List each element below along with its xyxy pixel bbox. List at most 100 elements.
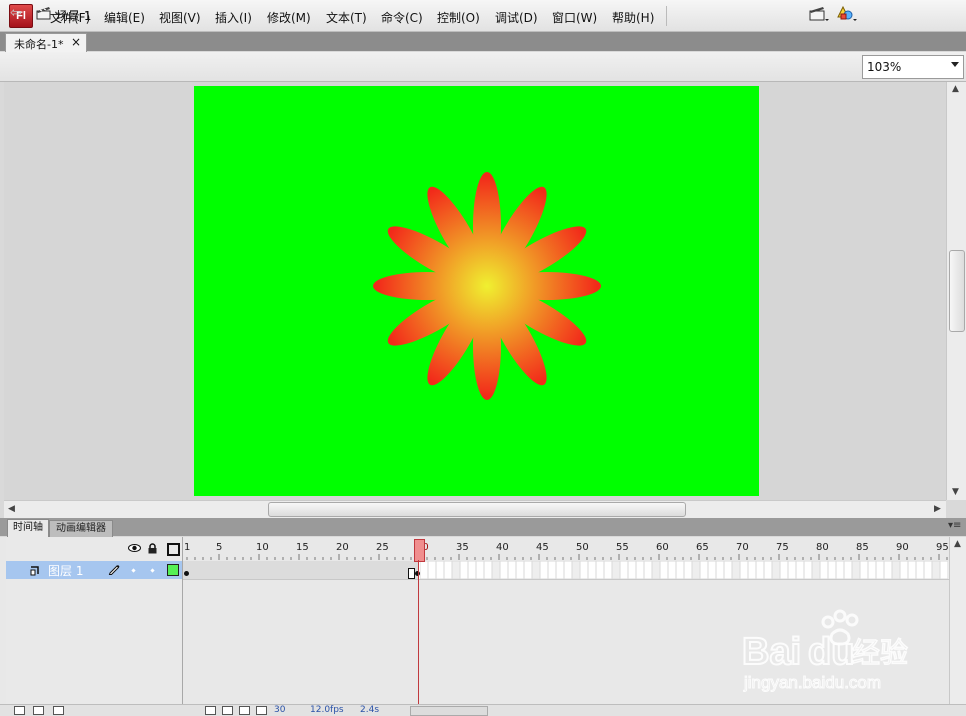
frame-cell[interactable] <box>475 561 485 579</box>
frame-cell[interactable] <box>931 561 941 579</box>
frame-cell[interactable] <box>579 561 589 579</box>
frame-cell[interactable] <box>683 561 693 579</box>
frame-cell[interactable] <box>731 561 741 579</box>
layer-name[interactable]: 图层 1 <box>48 562 83 579</box>
frame-cell[interactable] <box>691 561 701 579</box>
frame-cell[interactable] <box>491 561 501 579</box>
menu-insert[interactable]: 插入(I) <box>215 9 252 26</box>
ruler-frame-number[interactable]: 35 <box>456 542 469 553</box>
layer-outline-color[interactable] <box>167 564 179 576</box>
frame-cell[interactable] <box>747 561 757 579</box>
frame-cell[interactable] <box>651 561 661 579</box>
frame-cell[interactable] <box>819 561 829 579</box>
ruler-frame-number[interactable]: 10 <box>256 542 269 553</box>
frame-cell[interactable] <box>459 561 469 579</box>
frame-cell[interactable] <box>451 561 461 579</box>
back-arrow-icon[interactable]: ⇦ <box>10 5 22 21</box>
delete-layer-icon[interactable] <box>53 706 64 715</box>
edit-multiple-frames-icon[interactable] <box>256 706 267 715</box>
frame-cell[interactable] <box>907 561 917 579</box>
frame-cell[interactable] <box>420 561 429 579</box>
frame-cell[interactable] <box>755 561 765 579</box>
outline-toggle-icon[interactable] <box>167 543 180 556</box>
frame-cell[interactable] <box>795 561 805 579</box>
frame-cell[interactable] <box>803 561 813 579</box>
frame-cell[interactable] <box>435 561 445 579</box>
ruler-frame-number[interactable]: 40 <box>496 542 509 553</box>
menu-view[interactable]: 视图(V) <box>159 9 201 26</box>
playhead[interactable] <box>414 539 425 562</box>
frame-cell[interactable] <box>595 561 605 579</box>
frame-cell[interactable] <box>515 561 525 579</box>
edit-symbol-icon[interactable] <box>836 5 858 23</box>
zoom-select[interactable]: 103% <box>862 55 964 79</box>
frame-cell[interactable] <box>835 561 845 579</box>
frame-cell[interactable] <box>707 561 717 579</box>
frame-cell[interactable] <box>763 561 773 579</box>
frame-cell[interactable] <box>939 561 949 579</box>
menu-commands[interactable]: 命令(C) <box>381 9 423 26</box>
frame-cell[interactable] <box>643 561 653 579</box>
menu-modify[interactable]: 修改(M) <box>267 9 311 26</box>
frame-cell[interactable] <box>499 561 509 579</box>
frame-cell[interactable] <box>811 561 821 579</box>
stage-vertical-scroll-thumb[interactable] <box>949 250 965 332</box>
frame-cell[interactable] <box>827 561 837 579</box>
center-frame-icon[interactable] <box>205 706 216 715</box>
new-layer-icon[interactable] <box>14 706 25 715</box>
frame-cell[interactable] <box>699 561 709 579</box>
ruler-frame-number[interactable]: 50 <box>576 542 589 553</box>
frame-cell[interactable] <box>723 561 733 579</box>
ruler-frame-number[interactable]: 15 <box>296 542 309 553</box>
frame-cell[interactable] <box>539 561 549 579</box>
ruler-frame-number[interactable]: 60 <box>656 542 669 553</box>
ruler-frame-number[interactable]: 20 <box>336 542 349 553</box>
frame-cell[interactable] <box>771 561 781 579</box>
frame-cell[interactable] <box>627 561 637 579</box>
frame-cell[interactable] <box>779 561 789 579</box>
ruler-frame-number[interactable]: 25 <box>376 542 389 553</box>
frame-cell[interactable] <box>891 561 901 579</box>
frame-cell[interactable] <box>667 561 677 579</box>
frame-cell[interactable] <box>635 561 645 579</box>
ruler-frame-number[interactable]: 75 <box>776 542 789 553</box>
timeline-vertical-scrollbar[interactable]: ▲ <box>949 537 966 705</box>
frame-cell[interactable] <box>507 561 517 579</box>
new-folder-icon[interactable] <box>33 706 44 715</box>
ruler-frame-number[interactable]: 90 <box>896 542 909 553</box>
frame-cell[interactable] <box>883 561 893 579</box>
frame-cell[interactable] <box>875 561 885 579</box>
frame-cell[interactable] <box>923 561 933 579</box>
flower-shape[interactable] <box>194 86 759 496</box>
onion-outline-icon[interactable] <box>239 706 250 715</box>
scene-label[interactable]: 场景 1 <box>56 7 91 24</box>
ruler-frame-number[interactable]: 1 <box>184 542 190 553</box>
ruler-frame-number[interactable]: 65 <box>696 542 709 553</box>
menu-help[interactable]: 帮助(H) <box>612 9 654 26</box>
frame-cell[interactable] <box>659 561 669 579</box>
ruler-frame-number[interactable]: 5 <box>216 542 222 553</box>
scroll-up-icon[interactable]: ▲ <box>954 539 961 549</box>
ruler-frame-number[interactable]: 45 <box>536 542 549 553</box>
frame-cell[interactable] <box>619 561 629 579</box>
stage-canvas[interactable] <box>194 86 759 496</box>
keyframe-start[interactable] <box>184 571 189 576</box>
onion-skin-icon[interactable] <box>222 706 233 715</box>
frame-cell[interactable] <box>443 561 453 579</box>
stage-horizontal-scroll-thumb[interactable] <box>268 502 686 517</box>
frame-cell[interactable] <box>523 561 533 579</box>
frame-cell[interactable] <box>915 561 925 579</box>
menu-window[interactable]: 窗口(W) <box>552 9 597 26</box>
frame-cell[interactable] <box>851 561 861 579</box>
menu-control[interactable]: 控制(O) <box>437 9 480 26</box>
frame-cell[interactable] <box>427 561 437 579</box>
frame-cell[interactable] <box>867 561 877 579</box>
document-tab[interactable]: 未命名-1* × <box>5 33 87 52</box>
frame-cell[interactable] <box>571 561 581 579</box>
ruler-frame-number[interactable]: 55 <box>616 542 629 553</box>
frame-cell[interactable] <box>467 561 477 579</box>
scroll-left-icon[interactable]: ◀ <box>8 504 15 514</box>
frame-cell[interactable] <box>603 561 613 579</box>
scroll-up-icon[interactable]: ▲ <box>952 84 959 94</box>
ruler-frame-number[interactable]: 70 <box>736 542 749 553</box>
